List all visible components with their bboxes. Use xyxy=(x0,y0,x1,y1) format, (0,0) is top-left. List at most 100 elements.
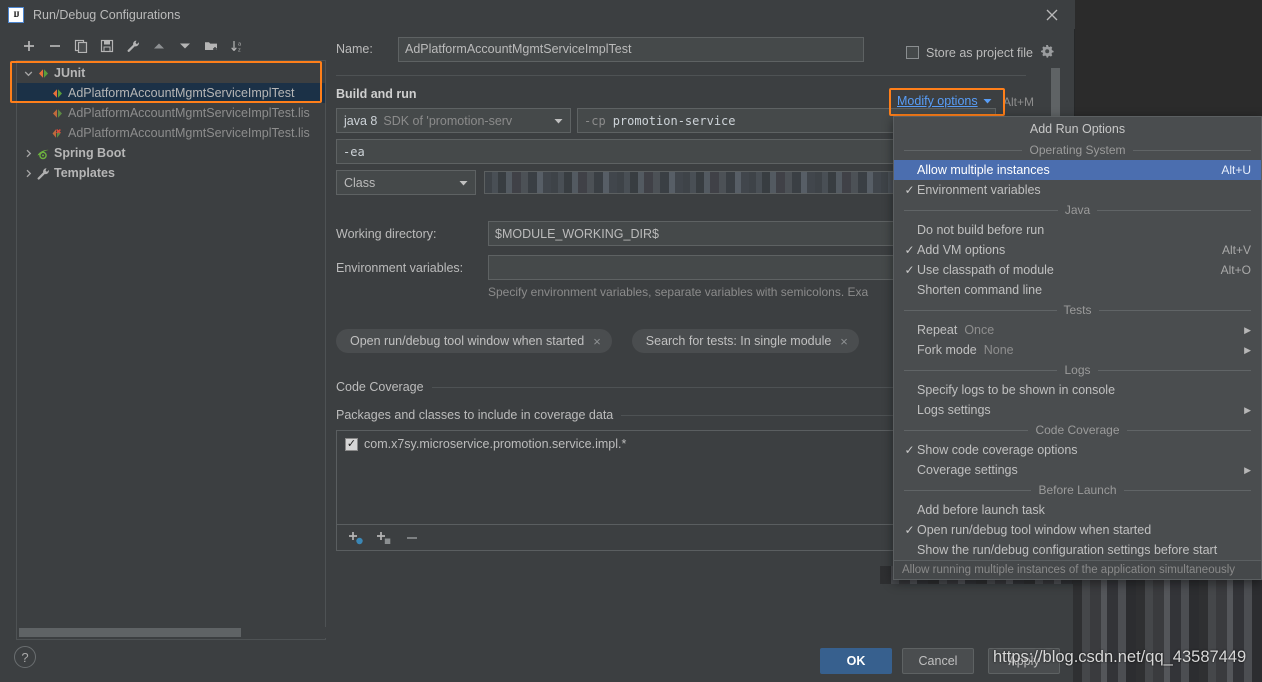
remove-coverage-entry-button[interactable] xyxy=(401,527,423,549)
group-line-right xyxy=(1097,369,1251,371)
new-folder-button[interactable] xyxy=(198,35,224,57)
add-class-button[interactable] xyxy=(373,527,395,549)
menu-item-do-not-build-before-run[interactable]: Do not build before run xyxy=(894,220,1261,240)
working-directory-input[interactable]: $MODULE_WORKING_DIR$ xyxy=(488,221,896,246)
gear-icon[interactable] xyxy=(1040,44,1054,61)
menu-item-label: Add VM options xyxy=(917,243,1006,257)
menu-item-value: None xyxy=(983,343,1014,357)
check-icon: ✓ xyxy=(904,243,915,257)
jre-combo[interactable]: java 8 SDK of 'promotion-serv xyxy=(336,108,571,133)
close-icon[interactable] xyxy=(1043,6,1061,24)
group-header-label: Operating System xyxy=(1029,143,1126,157)
menu-item-label: Add before launch task xyxy=(917,503,1045,517)
environment-variables-label: Environment variables: xyxy=(336,260,464,275)
modify-options-menu: Add Run Options Operating System Allow m… xyxy=(893,116,1262,580)
test-kind-value: Class xyxy=(344,175,376,190)
menu-item-shortcut: Alt+O xyxy=(1220,263,1251,277)
menu-item-label: Environment variables xyxy=(917,183,1041,197)
watermark-url: https://blog.csdn.net/qq_43587449 xyxy=(993,648,1247,666)
close-icon[interactable]: × xyxy=(840,334,848,349)
junit-icon xyxy=(35,67,51,80)
sort-alphabetically-button[interactable]: a z xyxy=(224,35,250,57)
store-as-project-file-label: Store as project file xyxy=(926,45,1033,60)
menu-item-specify-logs[interactable]: Specify logs to be shown in console xyxy=(894,380,1261,400)
menu-item-label: Do not build before run xyxy=(917,223,1045,237)
chevron-down-icon[interactable] xyxy=(554,114,563,128)
chevron-down-icon-2[interactable] xyxy=(459,176,468,190)
menu-item-use-classpath-of-module[interactable]: ✓ Use classpath of module Alt+O xyxy=(894,260,1261,280)
submenu-arrow-icon[interactable]: ▶ xyxy=(1244,465,1251,476)
menu-group-header-logs: Logs xyxy=(894,360,1261,380)
tree-item-spring-boot[interactable]: Spring Boot xyxy=(17,143,325,163)
menu-item-show-settings-before-start[interactable]: Show the run/debug configuration setting… xyxy=(894,540,1261,560)
menu-item-fork-mode[interactable]: Fork mode None ▶ xyxy=(894,340,1261,360)
tree-item-junit[interactable]: JUnit xyxy=(17,63,325,83)
menu-item-environment-variables[interactable]: ✓ Environment variables xyxy=(894,180,1261,200)
menu-group-header-code-coverage: Code Coverage xyxy=(894,420,1261,440)
collapse-chevron-icon[interactable] xyxy=(21,149,35,158)
chevron-down-icon-3[interactable] xyxy=(983,94,992,108)
check-icon: ✓ xyxy=(904,523,915,537)
menu-item-repeat[interactable]: Repeat Once ▶ xyxy=(894,320,1261,340)
menu-item-logs-settings[interactable]: Logs settings ▶ xyxy=(894,400,1261,420)
submenu-arrow-icon[interactable]: ▶ xyxy=(1244,325,1251,336)
save-configuration-button[interactable] xyxy=(94,35,120,57)
store-as-project-file-row[interactable]: Store as project file xyxy=(906,44,1054,61)
modify-options-link[interactable]: Modify options xyxy=(897,94,992,108)
edit-templates-button[interactable] xyxy=(120,35,146,57)
checkbox-checked-icon[interactable]: ✓ xyxy=(345,437,358,451)
menu-item-open-tool-window-when-started[interactable]: ✓ Open run/debug tool window when starte… xyxy=(894,520,1261,540)
chip-open-tool-window[interactable]: Open run/debug tool window when started … xyxy=(336,329,612,353)
environment-variables-input[interactable] xyxy=(488,255,896,280)
move-up-button[interactable] xyxy=(146,35,172,57)
name-input[interactable]: AdPlatformAccountMgmtServiceImplTest xyxy=(398,36,864,62)
test-kind-combo[interactable]: Class xyxy=(336,170,476,195)
add-configuration-button[interactable] xyxy=(16,35,42,57)
submenu-arrow-icon[interactable]: ▶ xyxy=(1244,345,1251,356)
jre-sdk-label: SDK of 'promotion-serv xyxy=(383,113,513,128)
tree-item-adplatform-test-list-1[interactable]: AdPlatformAccountMgmtServiceImplTest.lis xyxy=(17,103,325,123)
group-line-right xyxy=(1123,489,1251,491)
menu-group-header-operating-system: Operating System xyxy=(894,140,1261,160)
tree-item-templates[interactable]: Templates xyxy=(17,163,325,183)
jre-version: java 8 xyxy=(344,113,378,128)
check-icon: ✓ xyxy=(904,443,915,457)
group-line-left xyxy=(904,429,1029,431)
group-line-left xyxy=(904,309,1057,311)
test-class-input-masked[interactable] xyxy=(484,171,896,194)
menu-item-allow-multiple-instances[interactable]: Allow multiple instances Alt+U xyxy=(894,160,1261,180)
expand-chevron-icon[interactable] xyxy=(21,69,35,78)
group-header-label: Logs xyxy=(1064,363,1091,377)
add-package-button[interactable] xyxy=(345,527,367,549)
close-icon[interactable]: × xyxy=(593,334,601,349)
spring-icon xyxy=(35,147,51,160)
tree-scrollbar-thumb[interactable] xyxy=(19,628,241,637)
dialog-titlebar: IJ Run/Debug Configurations xyxy=(0,0,1075,29)
move-down-button[interactable] xyxy=(172,35,198,57)
remove-configuration-button[interactable] xyxy=(42,35,68,57)
tree-horizontal-scrollbar[interactable] xyxy=(18,627,326,638)
configurations-tree[interactable]: JUnit AdPlatformAccountMgmtServiceImplTe… xyxy=(16,60,326,640)
classpath-prefix: -cp xyxy=(584,113,606,128)
ok-button[interactable]: OK xyxy=(820,648,892,674)
menu-item-add-vm-options[interactable]: ✓ Add VM options Alt+V xyxy=(894,240,1261,260)
menu-item-label: Specify logs to be shown in console xyxy=(917,383,1116,397)
submenu-arrow-icon[interactable]: ▶ xyxy=(1244,405,1251,416)
collapse-chevron-icon-2[interactable] xyxy=(21,169,35,178)
tree-item-adplatform-test-list-2[interactable]: AdPlatformAccountMgmtServiceImplTest.lis xyxy=(17,123,325,143)
copy-configuration-button[interactable] xyxy=(68,35,94,57)
cancel-button[interactable]: Cancel xyxy=(902,648,974,674)
modify-options-label: Modify options xyxy=(897,94,978,108)
menu-item-shorten-command-line[interactable]: Shorten command line xyxy=(894,280,1261,300)
vm-options-input[interactable]: -ea xyxy=(336,139,896,164)
check-icon: ✓ xyxy=(904,263,915,277)
store-as-project-file-checkbox[interactable] xyxy=(906,46,919,59)
tree-item-adplatform-test[interactable]: AdPlatformAccountMgmtServiceImplTest xyxy=(17,83,325,103)
menu-item-show-code-coverage-options[interactable]: ✓ Show code coverage options xyxy=(894,440,1261,460)
menu-item-coverage-settings[interactable]: Coverage settings ▶ xyxy=(894,460,1261,480)
menu-item-add-before-launch-task[interactable]: Add before launch task xyxy=(894,500,1261,520)
menu-item-label: Show code coverage options xyxy=(917,443,1078,457)
menu-item-label: Fork mode xyxy=(917,343,977,357)
menu-status-hint: Allow running multiple instances of the … xyxy=(894,560,1261,579)
chip-search-for-tests[interactable]: Search for tests: In single module × xyxy=(631,329,859,353)
